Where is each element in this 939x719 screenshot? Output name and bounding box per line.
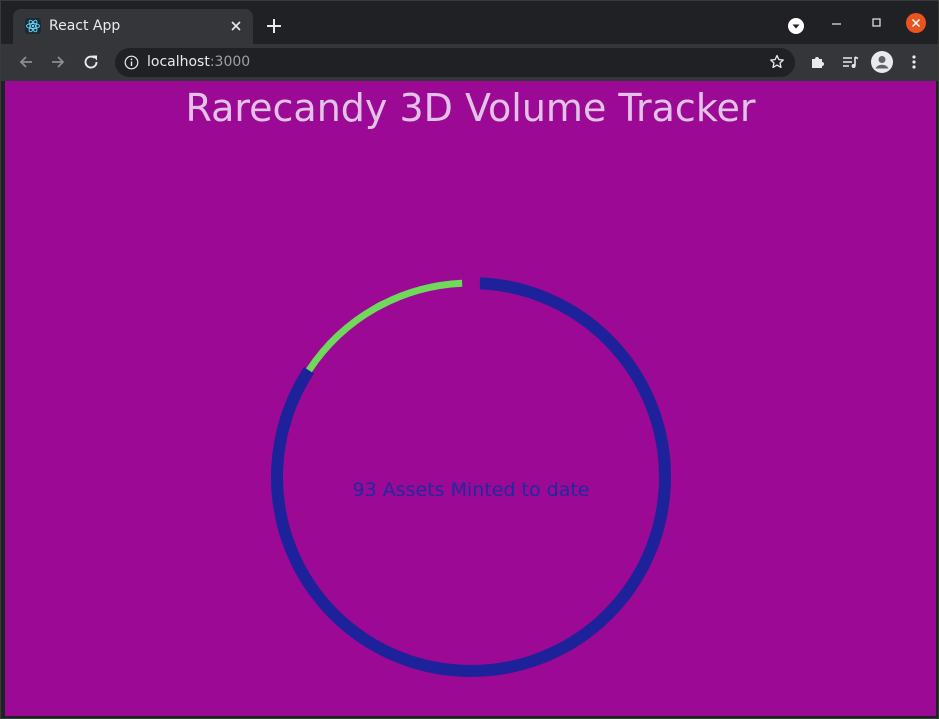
more-menu-icon[interactable] — [905, 53, 923, 71]
address-bar[interactable]: localhost:3000 — [115, 48, 795, 77]
tab-strip: React App — [1, 1, 938, 44]
page-content: Rarecandy 3D Volume Tracker 93 Assets Mi… — [5, 81, 936, 716]
url-host: localhost — [147, 54, 210, 70]
back-arrow-icon[interactable] — [17, 53, 35, 71]
close-icon[interactable] — [227, 17, 245, 35]
tab-title: React App — [49, 18, 121, 34]
extensions-puzzle-icon[interactable] — [809, 53, 827, 71]
url-text[interactable]: localhost:3000 — [147, 54, 250, 70]
browser-toolbar: localhost:3000 — [1, 44, 938, 81]
tab-search-icon[interactable] — [788, 18, 804, 34]
maximize-icon[interactable] — [869, 15, 885, 31]
minimize-icon[interactable] — [829, 15, 845, 31]
reload-icon[interactable] — [82, 53, 100, 71]
tab-react-app[interactable]: React App — [13, 9, 253, 44]
browser-window: React App localhost:3000 Rarecandy 3D Vo… — [0, 0, 939, 719]
bookmark-star-icon[interactable] — [769, 54, 785, 70]
gauge-label: 93 Assets Minted to date — [352, 479, 590, 501]
minted-progress-gauge — [271, 277, 671, 677]
plus-icon[interactable] — [263, 15, 285, 37]
window-close-icon[interactable] — [906, 13, 926, 33]
react-logo-icon — [25, 18, 41, 34]
url-port: :3000 — [209, 54, 251, 70]
info-icon[interactable] — [124, 55, 139, 70]
profile-avatar-icon[interactable] — [871, 51, 893, 73]
forward-arrow-icon[interactable] — [49, 53, 67, 71]
media-queue-icon[interactable] — [841, 53, 859, 71]
gauge-track — [271, 277, 671, 677]
